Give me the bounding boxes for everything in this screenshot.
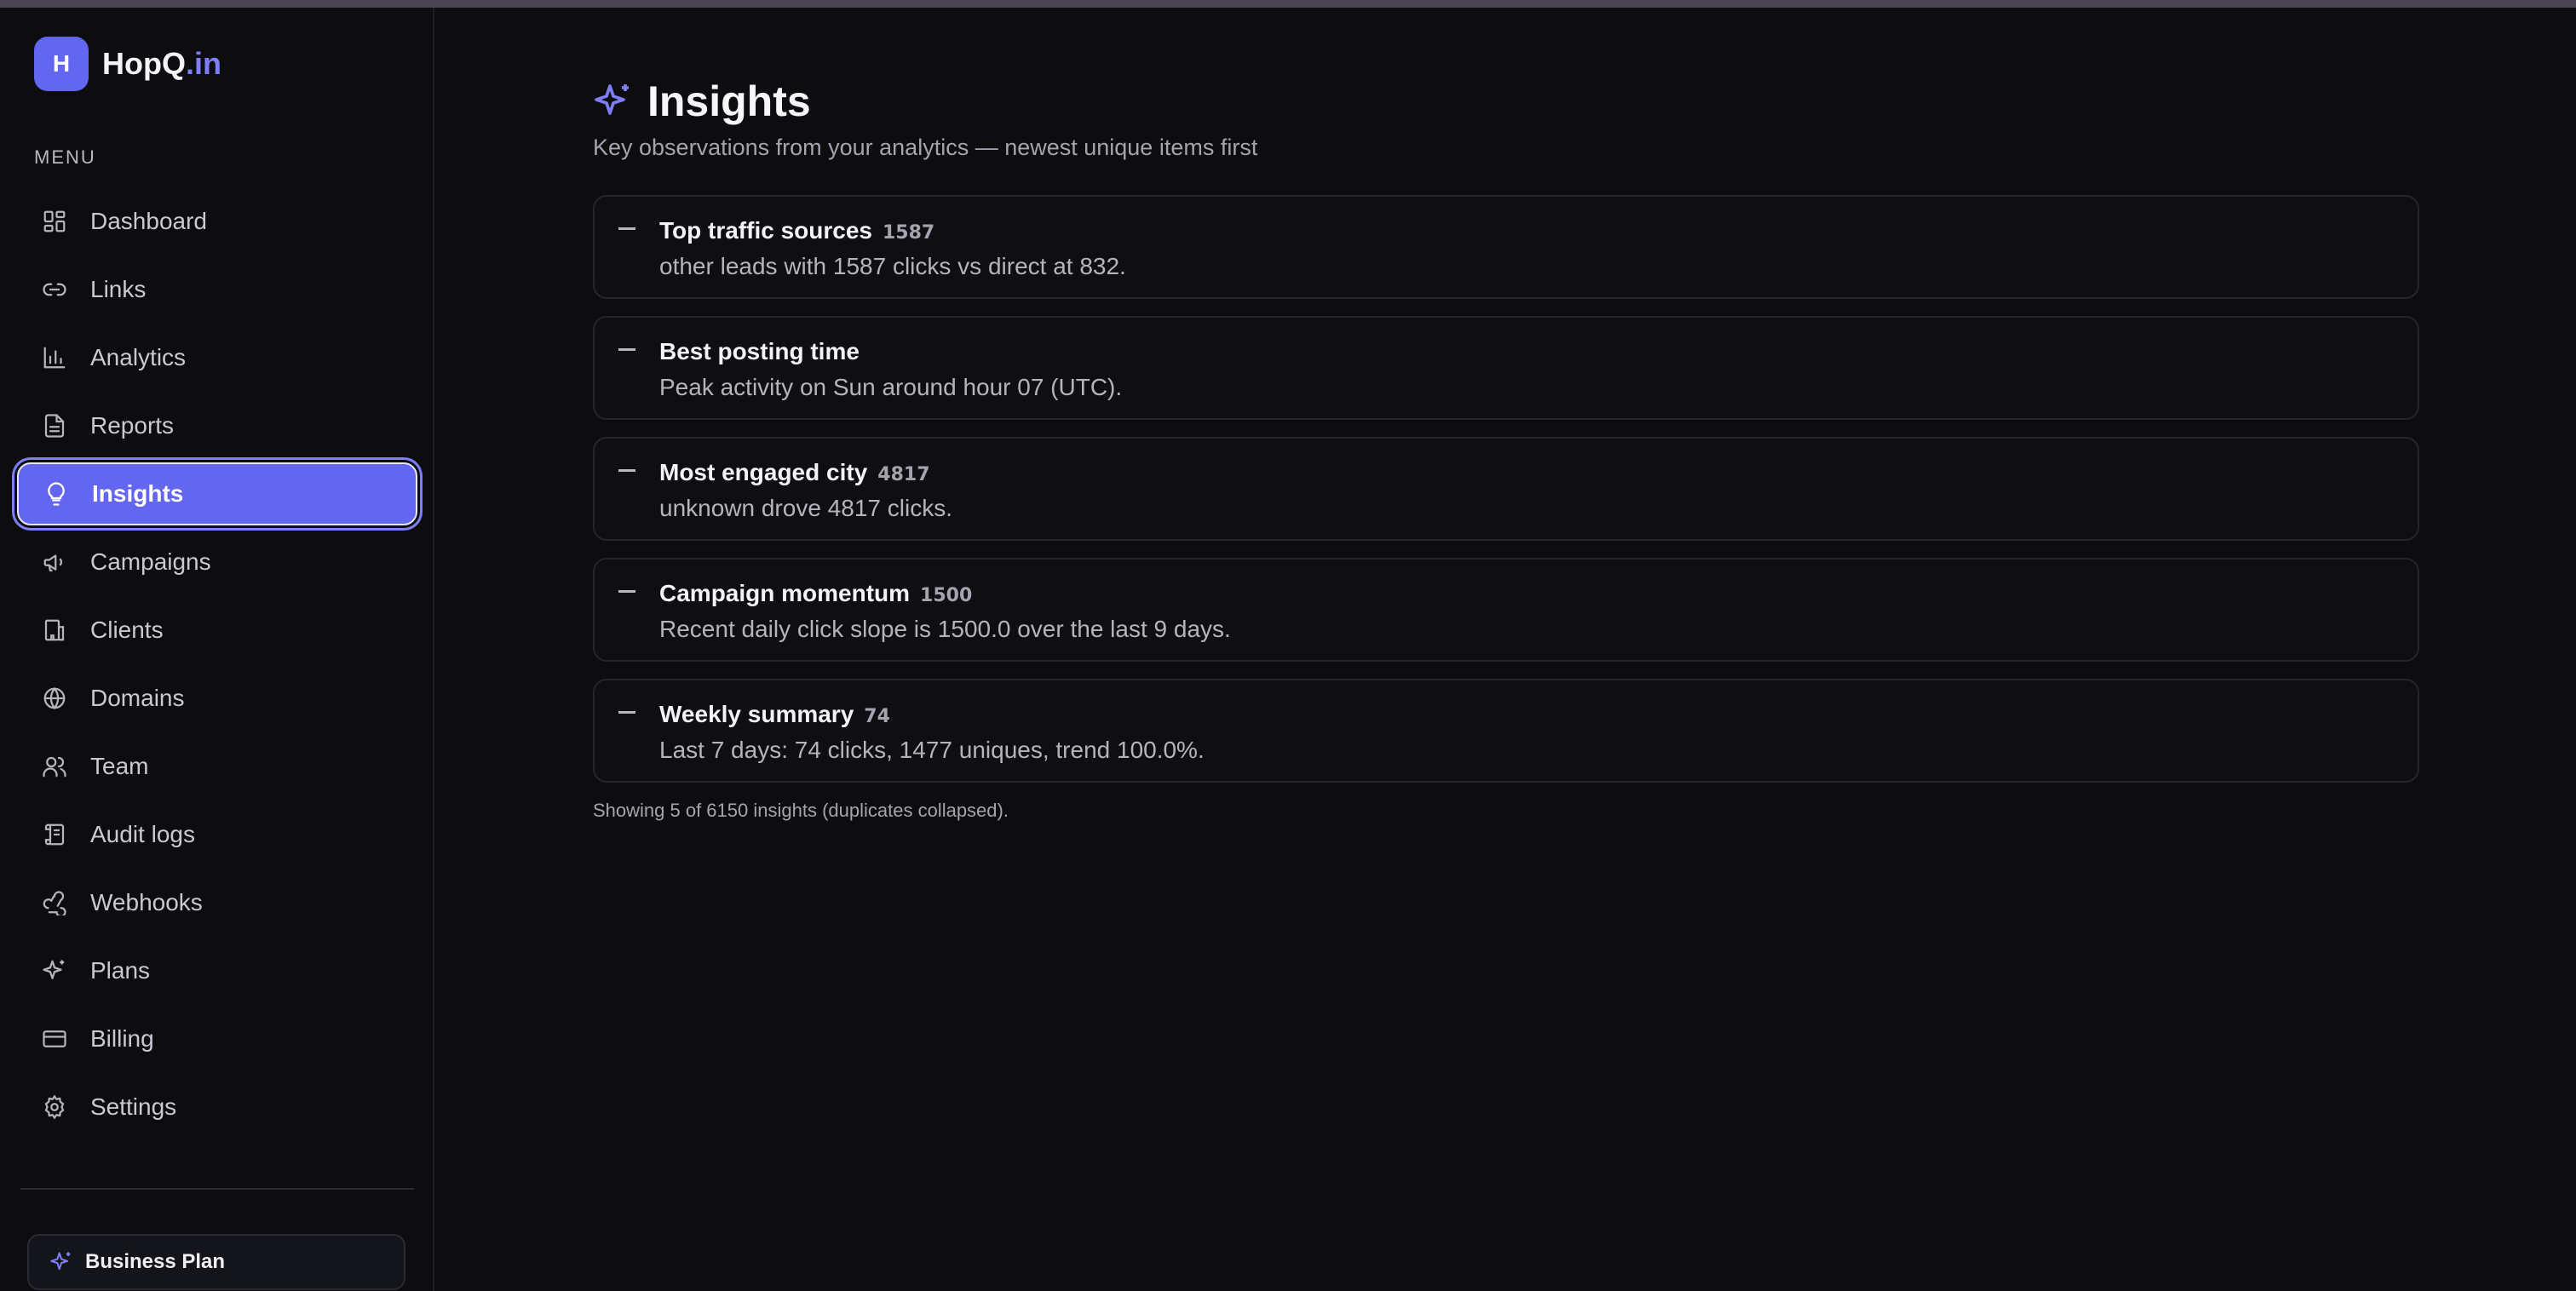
sparkles-icon	[41, 957, 68, 984]
sidebar-item-label: Clients	[90, 617, 164, 643]
sidebar-item-reports[interactable]: Reports	[17, 394, 417, 457]
page-title: Insights	[647, 77, 811, 125]
bar-chart-icon	[41, 344, 68, 371]
insight-card: Most engaged city 4817 unknown drove 4817…	[593, 437, 2419, 541]
megaphone-icon	[41, 548, 68, 576]
sidebar-divider	[20, 1188, 414, 1190]
sidebar-item-clients[interactable]: Clients	[17, 599, 417, 662]
page-subtitle: Key observations from your analytics — n…	[593, 135, 1258, 160]
insight-title: Weekly summary 74	[659, 701, 890, 727]
insight-count: 1587	[882, 222, 935, 244]
dashboard-icon	[41, 208, 68, 235]
sidebar-item-dashboard[interactable]: Dashboard	[17, 190, 417, 253]
insight-count: 4817	[877, 464, 930, 485]
sidebar-item-billing[interactable]: Billing	[17, 1007, 417, 1070]
sidebar-item-label: Dashboard	[90, 208, 207, 234]
webhook-icon	[41, 889, 68, 916]
insight-title: Top traffic sources 1587	[659, 217, 935, 244]
scroll-icon	[41, 821, 68, 848]
sidebar-item-label: Links	[90, 276, 147, 302]
gear-icon	[41, 1093, 68, 1121]
insight-body: Recent daily click slope is 1500.0 over …	[659, 616, 1231, 642]
insight-title: Campaign momentum 1500	[659, 580, 973, 606]
insight-body: Last 7 days: 74 clicks, 1477 uniques, tr…	[659, 737, 1205, 763]
globe-icon	[41, 685, 68, 712]
brand[interactable]: H HopQ.in	[34, 37, 221, 91]
sidebar-item-label: Reports	[90, 412, 175, 439]
insight-count: 74	[864, 706, 890, 727]
sidebar-item-label: Analytics	[90, 344, 187, 370]
document-icon	[41, 412, 68, 439]
sidebar-item-plans[interactable]: Plans	[17, 939, 417, 1002]
plan-badge[interactable]: Business Plan	[27, 1234, 405, 1290]
sidebar-item-campaigns[interactable]: Campaigns	[17, 531, 417, 594]
sidebar-item-settings[interactable]: Settings	[17, 1076, 417, 1139]
insights-list: Top traffic sources 1587 other leads with…	[593, 195, 2419, 783]
insight-count: 1500	[920, 585, 973, 606]
sidebar-item-label: Billing	[90, 1025, 154, 1052]
window-top-bar	[0, 0, 2576, 8]
building-icon	[41, 617, 68, 644]
sidebar-item-team[interactable]: Team	[17, 735, 417, 798]
sidebar-item-label: Plans	[90, 957, 151, 984]
dash-icon	[618, 590, 635, 593]
sidebar-item-insights[interactable]: Insights	[17, 462, 417, 525]
insight-card: Weekly summary 74 Last 7 days: 74 clicks,…	[593, 679, 2419, 783]
main-content: Insights Key observations from your anal…	[593, 77, 2419, 822]
sidebar-item-label: Campaigns	[90, 548, 211, 575]
insight-card: Campaign momentum 1500 Recent daily click…	[593, 558, 2419, 662]
sidebar-item-label: Team	[90, 753, 149, 779]
dash-icon	[618, 711, 635, 714]
sidebar-item-webhooks[interactable]: Webhooks	[17, 871, 417, 934]
credit-card-icon	[41, 1025, 68, 1053]
sparkles-icon	[593, 81, 634, 122]
lightbulb-icon	[43, 480, 70, 508]
sidebar-item-label: Insights	[92, 480, 184, 507]
sidebar-item-links[interactable]: Links	[17, 258, 417, 321]
insight-body: Peak activity on Sun around hour 07 (UTC…	[659, 374, 1123, 400]
page-header: Insights	[593, 77, 2419, 126]
sidebar-item-audit-logs[interactable]: Audit logs	[17, 803, 417, 866]
insight-card: Best posting time Peak activity on Sun a…	[593, 316, 2419, 420]
sidebar: H HopQ.in MENU Dashboard Links Analytics…	[0, 8, 434, 1291]
sidebar-item-domains[interactable]: Domains	[17, 667, 417, 730]
dash-icon	[618, 227, 635, 230]
insight-title: Most engaged city 4817	[659, 459, 930, 485]
dash-icon	[618, 469, 635, 472]
plan-label: Business Plan	[85, 1250, 226, 1273]
results-summary: Showing 5 of 6150 insights (duplicates c…	[593, 800, 1009, 821]
brand-name: HopQ.in	[102, 46, 221, 81]
sidebar-item-label: Settings	[90, 1093, 177, 1120]
sidebar-nav: Dashboard Links Analytics Reports Insigh…	[17, 190, 417, 1144]
dash-icon	[618, 348, 635, 351]
sidebar-item-label: Domains	[90, 685, 185, 711]
sidebar-item-label: Webhooks	[90, 889, 203, 915]
insight-title: Best posting time	[659, 338, 860, 364]
insight-body: other leads with 1587 clicks vs direct a…	[659, 253, 1126, 279]
link-icon	[41, 276, 68, 303]
sparkles-icon	[49, 1250, 73, 1274]
users-icon	[41, 753, 68, 780]
sidebar-item-analytics[interactable]: Analytics	[17, 326, 417, 389]
sidebar-item-label: Audit logs	[90, 821, 195, 847]
insight-body: unknown drove 4817 clicks.	[659, 495, 952, 521]
insight-card: Top traffic sources 1587 other leads with…	[593, 195, 2419, 299]
menu-label: MENU	[34, 146, 96, 168]
logo-badge: H	[34, 37, 89, 91]
